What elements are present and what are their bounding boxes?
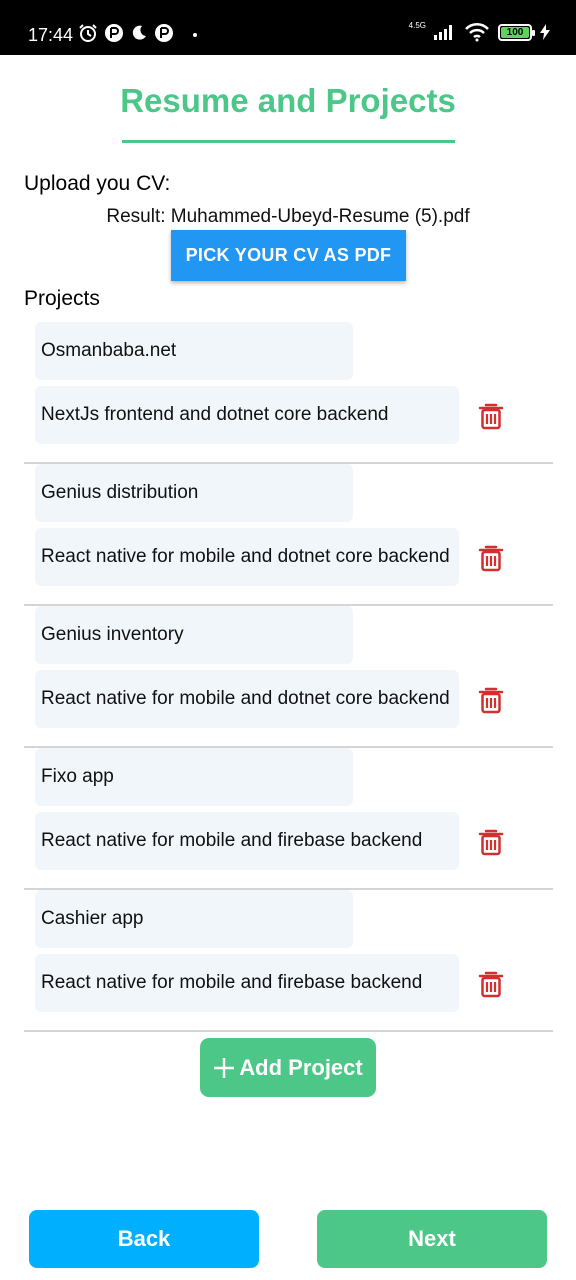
status-notification-icons: [78, 23, 174, 43]
project-item: Osmanbaba.net NextJs frontend and dotnet…: [24, 322, 553, 464]
project-item: Genius distribution React native for mob…: [24, 464, 553, 606]
next-button[interactable]: Next: [317, 1210, 547, 1268]
projects-label: Projects: [24, 287, 100, 310]
project-item: Fixo app React native for mobile and fir…: [24, 748, 553, 890]
title-underline: [122, 140, 455, 143]
add-project-button[interactable]: Add Project: [200, 1038, 376, 1097]
project-description-input[interactable]: React native for mobile and dotnet core …: [35, 528, 459, 586]
add-project-label: Add Project: [239, 1054, 363, 1080]
more-notifications-dot: [193, 33, 197, 37]
project-item: Genius inventory React native for mobile…: [24, 606, 553, 748]
trash-icon[interactable]: [478, 686, 504, 714]
plus-icon: [214, 1057, 235, 1078]
project-name-input[interactable]: Osmanbaba.net: [35, 322, 353, 380]
battery-icon: 100: [498, 23, 535, 41]
app-notification-icon: [105, 24, 123, 42]
moon-icon: [132, 25, 146, 40]
charging-icon: [540, 24, 550, 40]
project-name-input[interactable]: Cashier app: [35, 890, 353, 948]
status-time: 17:44: [28, 25, 74, 45]
status-system-icons: 4.5G 100: [409, 22, 550, 42]
network-type-label: 4.5G: [408, 21, 426, 30]
project-name-input[interactable]: Genius inventory: [35, 606, 353, 664]
app-notification-icon-2: [155, 24, 173, 42]
project-description-input[interactable]: NextJs frontend and dotnet core backend: [35, 386, 459, 444]
trash-icon[interactable]: [478, 828, 504, 856]
trash-icon[interactable]: [478, 970, 504, 998]
project-description-input[interactable]: React native for mobile and firebase bac…: [35, 812, 459, 870]
project-name-input[interactable]: Genius distribution: [35, 464, 353, 522]
wifi-icon: [465, 22, 489, 42]
trash-icon[interactable]: [478, 544, 504, 572]
signal-icon: [434, 25, 452, 40]
project-description-input[interactable]: React native for mobile and firebase bac…: [35, 954, 459, 1012]
alarm-icon: [79, 24, 97, 42]
upload-cv-label: Upload you CV:: [24, 172, 171, 195]
page-title: Resume and Projects: [120, 82, 456, 119]
battery-level: 100: [501, 26, 529, 38]
trash-icon[interactable]: [478, 402, 504, 430]
project-item: Cashier app React native for mobile and …: [24, 890, 553, 1032]
project-name-input[interactable]: Fixo app: [35, 748, 353, 806]
status-bar: 17:44 4.5G 100: [0, 0, 576, 55]
back-button[interactable]: Back: [29, 1210, 259, 1268]
upload-result-text: Result: Muhammed-Ubeyd-Resume (5).pdf: [106, 206, 470, 227]
project-description-input[interactable]: React native for mobile and dotnet core …: [35, 670, 459, 728]
pick-cv-button[interactable]: PICK YOUR CV AS PDF: [171, 230, 406, 281]
